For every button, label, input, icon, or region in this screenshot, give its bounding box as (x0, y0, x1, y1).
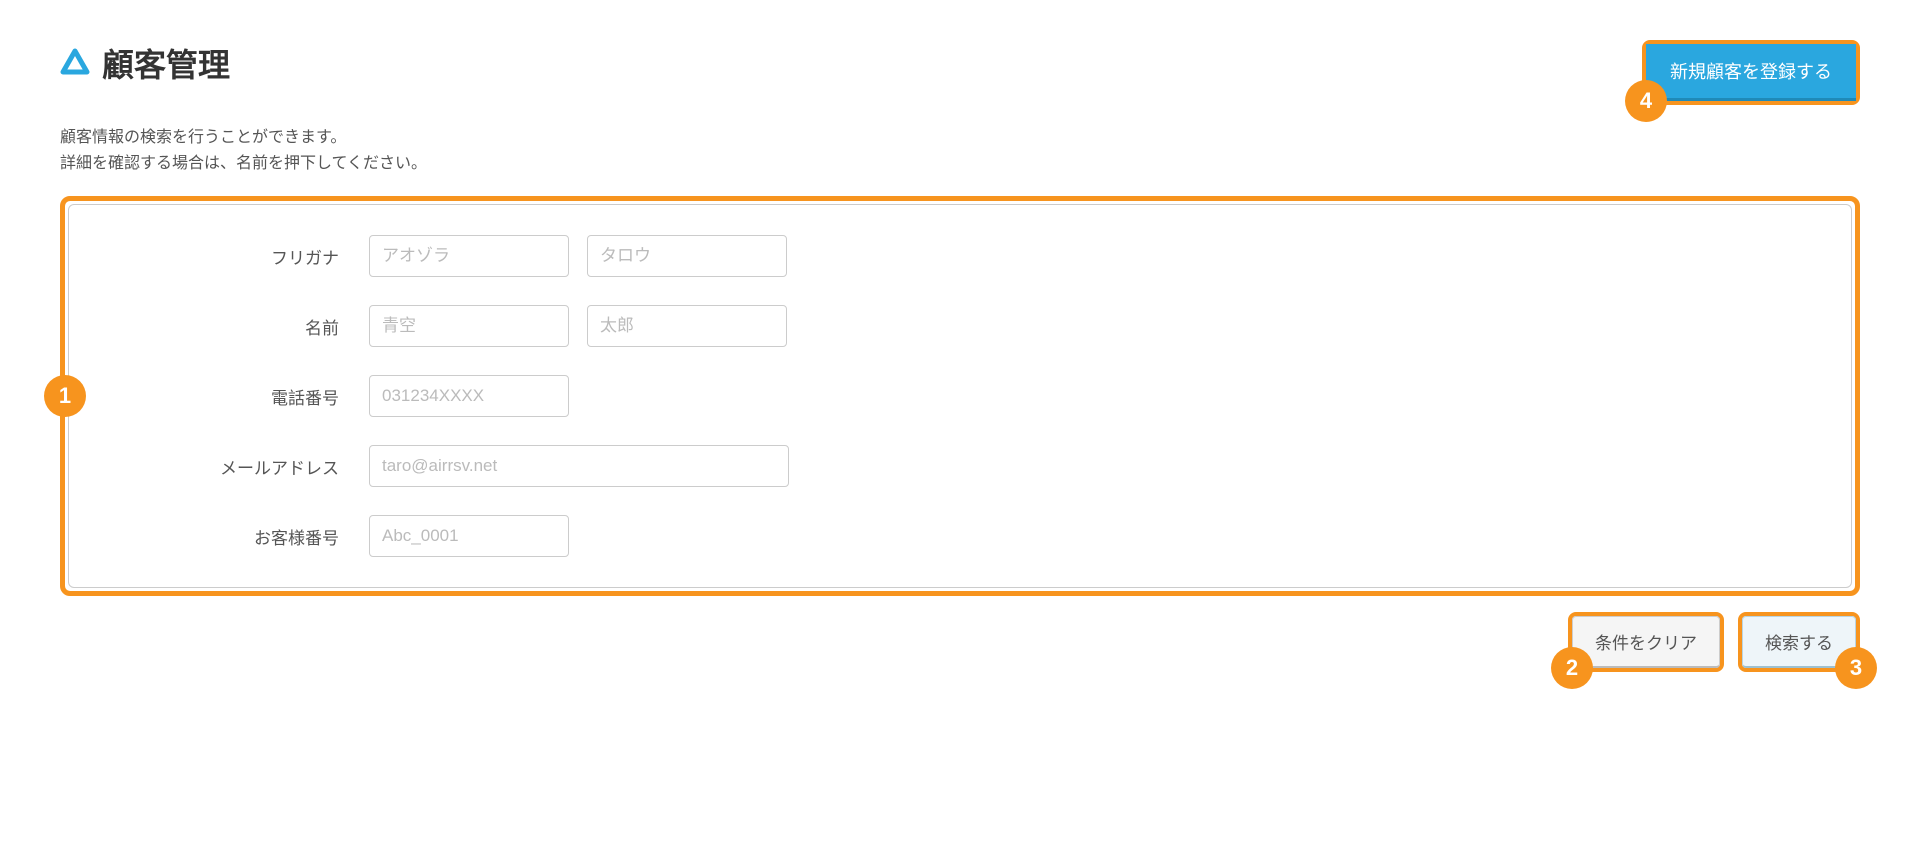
register-customer-button[interactable]: 新規顧客を登録する (1646, 44, 1856, 101)
annotation-badge-3: 3 (1835, 647, 1877, 689)
page-title: 顧客管理 (102, 40, 230, 86)
annotation-badge-2: 2 (1551, 647, 1593, 689)
clear-button-highlight: 条件をクリア 2 (1568, 612, 1724, 672)
annotation-badge-1: 1 (44, 375, 86, 417)
furigana-last-input[interactable] (369, 235, 569, 277)
furigana-first-input[interactable] (587, 235, 787, 277)
email-input[interactable] (369, 445, 789, 487)
customer-no-row: お客様番号 (109, 515, 1811, 557)
name-first-input[interactable] (587, 305, 787, 347)
page-description: 顧客情報の検索を行うことができます。 詳細を確認する場合は、名前を押下してくださ… (60, 125, 1860, 176)
phone-label: 電話番号 (109, 384, 369, 409)
search-button-highlight: 検索する 3 (1738, 612, 1860, 672)
triangle-icon (60, 48, 90, 78)
email-row: メールアドレス (109, 445, 1811, 487)
name-label: 名前 (109, 314, 369, 339)
phone-input[interactable] (369, 375, 569, 417)
name-row: 名前 (109, 305, 1811, 347)
search-panel-highlight: 1 フリガナ 名前 電話番号 メールアドレス (60, 196, 1860, 596)
customer-no-input[interactable] (369, 515, 569, 557)
name-last-input[interactable] (369, 305, 569, 347)
clear-button[interactable]: 条件をクリア (1572, 616, 1720, 668)
description-line-1: 顧客情報の検索を行うことができます。 (60, 125, 1860, 151)
furigana-label: フリガナ (109, 244, 369, 269)
action-button-row: 条件をクリア 2 検索する 3 (60, 612, 1860, 672)
page-title-wrap: 顧客管理 (60, 40, 230, 86)
email-label: メールアドレス (109, 454, 369, 479)
annotation-badge-4: 4 (1625, 80, 1667, 122)
description-line-2: 詳細を確認する場合は、名前を押下してください。 (60, 151, 1860, 177)
phone-row: 電話番号 (109, 375, 1811, 417)
customer-no-label: お客様番号 (109, 524, 369, 549)
register-button-highlight: 新規顧客を登録する 4 (1642, 40, 1860, 105)
furigana-row: フリガナ (109, 235, 1811, 277)
search-panel: フリガナ 名前 電話番号 メールアドレス お (68, 204, 1852, 588)
